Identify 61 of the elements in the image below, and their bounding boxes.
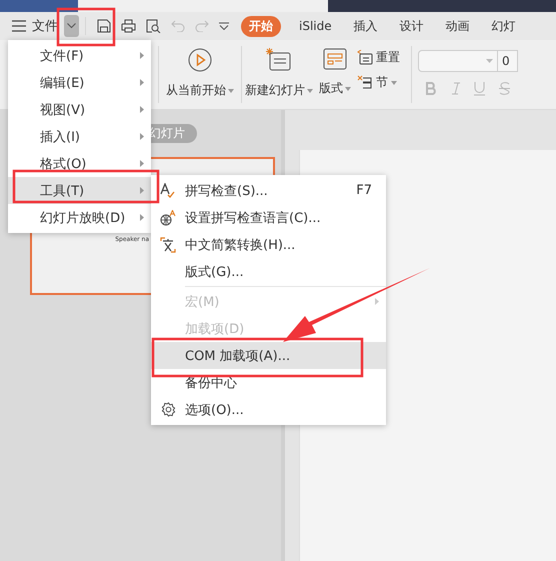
section-icon bbox=[357, 75, 373, 90]
menu-item[interactable]: 文件(F) bbox=[8, 42, 151, 69]
ribbon-tab[interactable]: 设计 bbox=[392, 16, 432, 36]
caret-icon bbox=[307, 88, 313, 92]
menu-item[interactable]: 拼写检查(S)... F7 bbox=[151, 177, 386, 204]
new-slide-button[interactable]: 新建幻灯片 bbox=[242, 40, 316, 109]
reset-button[interactable]: 重置 bbox=[357, 49, 400, 66]
caret-icon bbox=[140, 79, 144, 86]
caret-icon bbox=[228, 88, 234, 92]
caret-icon bbox=[140, 214, 144, 221]
customize-icon[interactable] bbox=[219, 22, 229, 30]
print-preview-icon[interactable] bbox=[146, 19, 161, 33]
bold-icon[interactable] bbox=[426, 82, 437, 95]
menu-icon[interactable] bbox=[12, 20, 26, 32]
underline-icon[interactable] bbox=[474, 82, 485, 96]
spell-check-icon bbox=[160, 182, 176, 198]
italic-icon[interactable] bbox=[451, 82, 460, 95]
menu-item[interactable]: COM 加载项(A)... bbox=[151, 342, 386, 369]
redo-icon[interactable] bbox=[195, 20, 209, 32]
font-name-field[interactable] bbox=[418, 50, 498, 72]
menu-item[interactable]: 中文简繁转换(H)... bbox=[151, 231, 386, 258]
ribbon-tab[interactable]: iSlide bbox=[291, 17, 340, 35]
menu-item[interactable]: 幻灯片放映(D) bbox=[8, 204, 151, 231]
file-menu-label[interactable]: 文件 bbox=[32, 17, 58, 35]
print-icon[interactable] bbox=[121, 19, 136, 33]
section-button[interactable]: 节 bbox=[357, 74, 400, 91]
caret-icon bbox=[391, 80, 397, 84]
menu-item[interactable]: 设置拼写检查语言(C)... bbox=[151, 204, 386, 231]
dropdown-button[interactable] bbox=[64, 15, 79, 37]
menu-item[interactable]: 视图(V) bbox=[8, 96, 151, 123]
caret-icon bbox=[140, 160, 144, 167]
menu-item[interactable]: 备份中心 bbox=[151, 369, 386, 396]
ribbon-tab[interactable]: 幻灯 bbox=[484, 16, 524, 36]
ribbon-tab[interactable]: 动画 bbox=[438, 16, 478, 36]
save-icon[interactable] bbox=[97, 19, 111, 33]
menu-item[interactable]: 编辑(E) bbox=[8, 69, 151, 96]
chevron-down-icon bbox=[67, 23, 76, 29]
caret-icon bbox=[140, 106, 144, 113]
settings-icon bbox=[160, 402, 176, 417]
play-icon bbox=[188, 48, 212, 72]
menu-item[interactable]: 版式(G)... bbox=[151, 258, 386, 285]
new-slide-icon bbox=[266, 48, 292, 72]
font-size-field[interactable]: 0 bbox=[498, 50, 518, 72]
caret-icon bbox=[140, 52, 144, 59]
reset-icon bbox=[357, 50, 373, 65]
caret-icon bbox=[345, 86, 351, 90]
menu-item[interactable]: 格式(O) bbox=[8, 150, 151, 177]
globe-icon bbox=[160, 210, 176, 226]
menu-item[interactable]: 选项(O)... bbox=[151, 396, 386, 423]
caret-icon bbox=[140, 133, 144, 140]
highlight-frame bbox=[56, 8, 116, 46]
layout-icon bbox=[323, 48, 347, 70]
caret-icon bbox=[375, 298, 379, 305]
strikethrough-icon[interactable] bbox=[499, 82, 510, 95]
caret-icon bbox=[140, 187, 144, 194]
ribbon-tab[interactable]: 插入 bbox=[346, 16, 386, 36]
caret-icon bbox=[486, 59, 493, 63]
layout-button[interactable]: 版式 bbox=[316, 40, 354, 109]
undo-icon[interactable] bbox=[171, 20, 185, 32]
play-from-current-button[interactable]: 从当前开始 bbox=[163, 40, 237, 109]
convert-icon bbox=[160, 236, 176, 252]
